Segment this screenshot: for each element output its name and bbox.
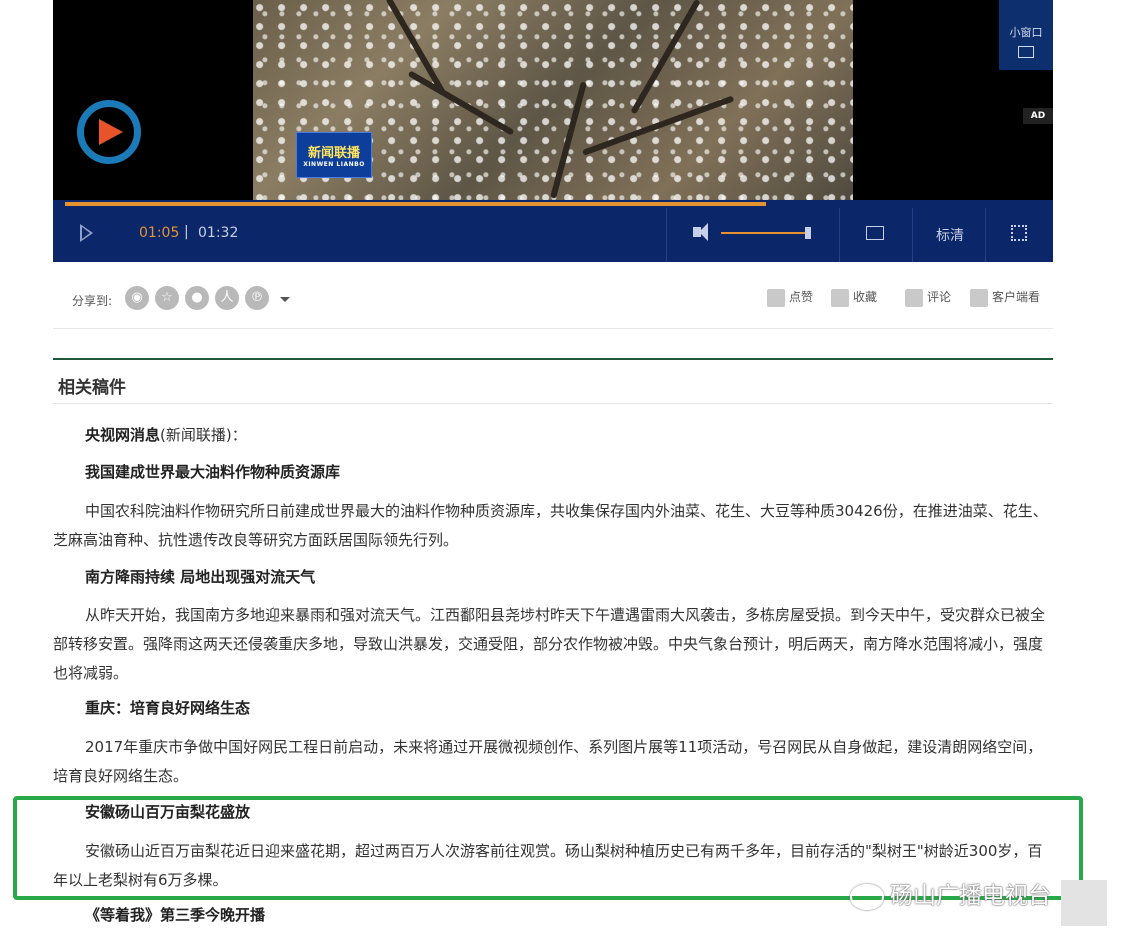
control-divider — [985, 208, 986, 262]
weibo-icon[interactable]: ◉ — [125, 286, 149, 310]
volume-slider[interactable] — [721, 232, 811, 234]
related-section-header: 相关稿件 — [53, 358, 1053, 404]
current-time: 01:05 — [139, 225, 180, 241]
news-body-text: 从昨天开始，我国南方多地迎来暴雨和强对流天气。江西鄱阳县尧埗村昨天下午遭遇雷雨大… — [53, 606, 1046, 682]
like-label: 点赞 — [789, 290, 814, 304]
news-body: 2017年重庆市争做中国好网民工程日前启动，未来将通过开展微视频创作、系列图片展… — [53, 733, 1053, 791]
control-divider — [666, 208, 667, 262]
comment-button[interactable]: 评论 — [905, 288, 951, 307]
news-headline[interactable]: 重庆：培育良好网络生态 — [53, 694, 1053, 723]
mini-window-button[interactable]: 小窗口 — [999, 0, 1053, 70]
share-label: 分享到: — [72, 294, 113, 308]
volume-slider-fill — [721, 232, 807, 234]
article-source: 央视网消息 — [85, 426, 161, 444]
play-icon[interactable] — [80, 224, 93, 242]
news-body: 中国农科院油料作物研究所日前建成世界最大的油料作物种质资源库，共收集保存国内外油… — [53, 497, 1053, 555]
news-program-badge: 新闻联播 XINWEN LIANBO — [296, 132, 372, 178]
watermark: 砀山广播电视台 — [850, 876, 1051, 910]
client-watch-label: 客户端看 — [992, 290, 1041, 304]
time-separator: | — [184, 224, 189, 240]
pinterest-icon[interactable]: ℗ — [245, 286, 269, 310]
volume-slider-handle[interactable] — [805, 227, 811, 239]
article-source-line: 央视网消息(新闻联播)： — [53, 421, 1053, 450]
news-headline[interactable]: 我国建成世界最大油料作物种质资源库 — [53, 458, 1053, 487]
news-body-text: 中国农科院油料作物研究所日前建成世界最大的油料作物种质资源库，共收集保存国内外油… — [53, 502, 1048, 549]
article-source-suffix: (新闻联播)： — [160, 426, 247, 444]
news-badge-subtitle: XINWEN LIANBO — [303, 161, 365, 168]
download-icon — [970, 288, 988, 307]
news-headline[interactable]: 南方降雨持续 局地出现强对流天气 — [53, 563, 1053, 592]
news-body: 从昨天开始，我国南方多地迎来暴雨和强对流天气。江西鄱阳县尧埗村昨天下午遭遇雷雨大… — [53, 601, 1053, 688]
renren-icon[interactable]: 人 — [215, 286, 239, 310]
wechat-icon — [850, 883, 884, 910]
news-body-text: 2017年重庆市争做中国好网民工程日前启动，未来将通过开展微视频创作、系列图片展… — [53, 738, 1043, 785]
mini-window-label: 小窗口 — [1009, 26, 1043, 39]
back-to-top-button[interactable] — [1061, 880, 1107, 926]
favorite-button[interactable]: 收藏 — [831, 288, 877, 307]
control-divider — [839, 208, 840, 262]
share-bar: 分享到: ◉ ☆ ● 人 ℗ 点赞 收藏 评论 客户端看 — [53, 276, 1053, 329]
picture-icon[interactable] — [866, 226, 884, 240]
fullscreen-icon[interactable] — [1011, 225, 1027, 241]
news-item: 南方降雨持续 局地出现强对流天气 — [53, 563, 1053, 592]
news-badge-title: 新闻联播 — [307, 146, 360, 161]
news-item: 重庆：培育良好网络生态 — [53, 694, 1053, 723]
wechat-icon[interactable]: ● — [185, 286, 209, 310]
mini-window-icon — [1018, 46, 1034, 58]
ad-badge[interactable]: AD — [1023, 108, 1053, 124]
comment-icon — [905, 288, 923, 307]
favorite-label: 收藏 — [853, 290, 878, 304]
chevron-down-icon[interactable] — [280, 297, 290, 302]
client-watch-button[interactable]: 客户端看 — [970, 288, 1040, 307]
volume-icon[interactable] — [693, 223, 708, 241]
like-button[interactable]: 点赞 — [767, 288, 813, 307]
cctv-logo-icon — [77, 100, 141, 164]
star-icon — [831, 288, 849, 307]
control-divider — [912, 208, 913, 262]
thumbs-up-icon — [767, 288, 785, 307]
star-icon[interactable]: ☆ — [155, 286, 179, 310]
player-controls: 01:05 | 01:32 标清 — [53, 208, 1053, 262]
watermark-text: 砀山广播电视台 — [890, 883, 1051, 909]
related-title: 相关稿件 — [58, 378, 126, 398]
video-player[interactable]: 新闻联播 XINWEN LIANBO 小窗口 AD 01:05 | 01:32 … — [53, 0, 1053, 262]
video-progress-fill — [65, 202, 767, 206]
comment-label: 评论 — [927, 290, 952, 304]
quality-button[interactable]: 标清 — [936, 225, 964, 245]
news-item: 我国建成世界最大油料作物种质资源库 — [53, 458, 1053, 487]
total-time: 01:32 — [198, 225, 239, 241]
video-progress-bar[interactable] — [53, 200, 1053, 208]
